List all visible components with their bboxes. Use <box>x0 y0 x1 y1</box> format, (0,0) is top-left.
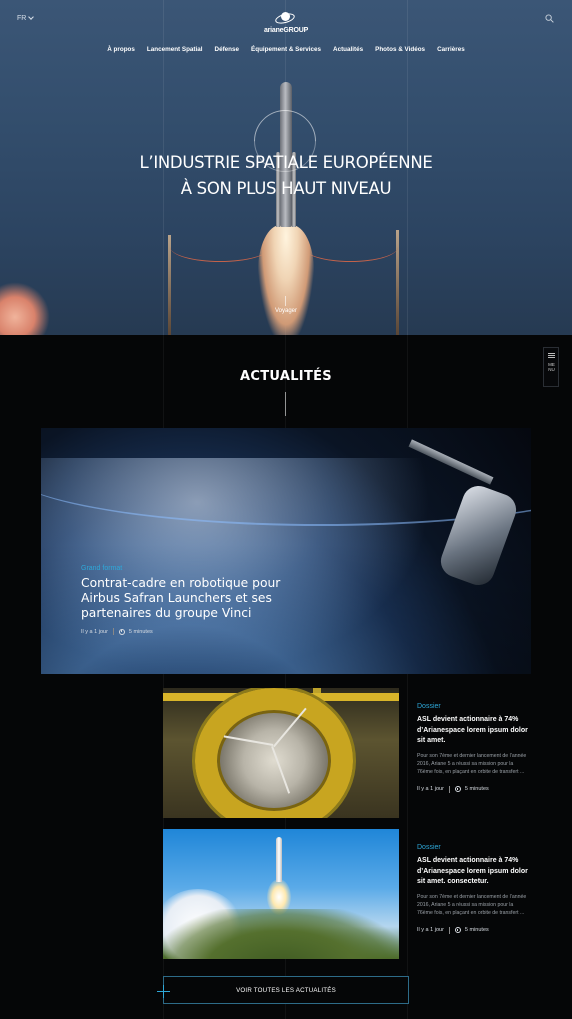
card-title[interactable]: ASL devient actionnaire à 74% d’Arianesp… <box>417 715 529 747</box>
card-read-time: 5 minutes <box>464 927 489 934</box>
card-category[interactable]: Dossier <box>417 703 529 710</box>
featured-article[interactable]: Grand format Contrat-cadre en robotique … <box>41 428 531 674</box>
language-label: FR <box>17 15 27 22</box>
featured-meta: Il y a 1 jour 5 minutes <box>81 628 153 635</box>
card-read-time: 5 minutes <box>464 786 489 793</box>
card-image-launch[interactable] <box>163 829 399 959</box>
chevron-down-icon <box>28 14 35 20</box>
hero-banner: FR arianeGROUP À propos Lancement Spatia… <box>0 0 572 335</box>
card-category[interactable]: Dossier <box>417 844 529 851</box>
section-divider <box>285 392 286 416</box>
nav-item-actualites[interactable]: Actualités <box>333 46 363 53</box>
all-news-label: VOIR TOUTES LES ACTUALITÉS <box>236 987 336 994</box>
clock-icon <box>454 927 461 934</box>
nav-item-equipement-services[interactable]: Équipement & Services <box>251 46 321 53</box>
featured-category[interactable]: Grand format <box>81 565 122 572</box>
card-image-satellite[interactable] <box>163 688 399 818</box>
news-card[interactable]: Dossier ASL devient actionnaire à 74% d’… <box>417 844 529 934</box>
card-age: Il y a 1 jour <box>417 927 444 934</box>
card-excerpt: Pour son 7ème et dernier lancement de l’… <box>417 893 527 917</box>
clock-icon <box>118 628 125 635</box>
all-news-button[interactable]: VOIR TOUTES LES ACTUALITÉS <box>157 976 409 1004</box>
nav-item-lancement-spatial[interactable]: Lancement Spatial <box>147 46 203 53</box>
meta-separator <box>448 785 450 793</box>
meta-separator <box>448 926 450 934</box>
featured-age: Il y a 1 jour <box>81 628 108 635</box>
news-card[interactable]: Dossier ASL devient actionnaire à 74% d’… <box>417 703 529 793</box>
hamburger-icon <box>548 353 555 358</box>
card-meta: Il y a 1 jour 5 minutes <box>417 926 529 934</box>
search-icon[interactable] <box>545 14 554 23</box>
news-section: MENU ACTUALITÉS Grand format Contrat-cad… <box>0 335 572 1019</box>
section-title: ACTUALITÉS <box>240 369 332 384</box>
meta-separator <box>112 628 114 635</box>
card-age: Il y a 1 jour <box>417 786 444 793</box>
voyager-link[interactable]: Voyager <box>266 308 306 314</box>
scroll-line <box>285 296 286 306</box>
hero-headline: L’INDUSTRIE SPATIALE EUROPÉENNE À SON PL… <box>0 150 572 202</box>
hero-headline-line1: L’INDUSTRIE SPATIALE EUROPÉENNE <box>139 153 433 172</box>
card-meta: Il y a 1 jour 5 minutes <box>417 785 529 793</box>
clock-icon <box>454 786 461 793</box>
main-nav: À propos Lancement Spatial Défense Équip… <box>0 46 572 53</box>
nav-item-defense[interactable]: Défense <box>215 46 240 53</box>
featured-read-time: 5 minutes <box>128 628 153 635</box>
rocket-plume <box>258 225 314 335</box>
language-selector[interactable]: FR <box>17 14 35 22</box>
launch-smoke <box>0 282 50 335</box>
nav-item-carrieres[interactable]: Carrières <box>437 46 465 53</box>
nav-item-a-propos[interactable]: À propos <box>107 46 135 53</box>
card-title[interactable]: ASL devient actionnaire à 74% d’Arianesp… <box>417 856 529 888</box>
arianegroup-logo[interactable]: arianeGROUP <box>262 10 310 40</box>
featured-title[interactable]: Contrat-cadre en robotique pour Airbus S… <box>81 576 311 621</box>
logo-text: arianeGROUP <box>263 27 309 34</box>
nav-item-photos-videos[interactable]: Photos & Vidéos <box>375 46 425 53</box>
hero-headline-line2: À SON PLUS HAUT NIVEAU <box>180 179 392 198</box>
card-excerpt: Pour son 7ème et dernier lancement de l’… <box>417 752 527 776</box>
launch-cable <box>303 232 398 262</box>
launch-cable <box>170 232 270 262</box>
